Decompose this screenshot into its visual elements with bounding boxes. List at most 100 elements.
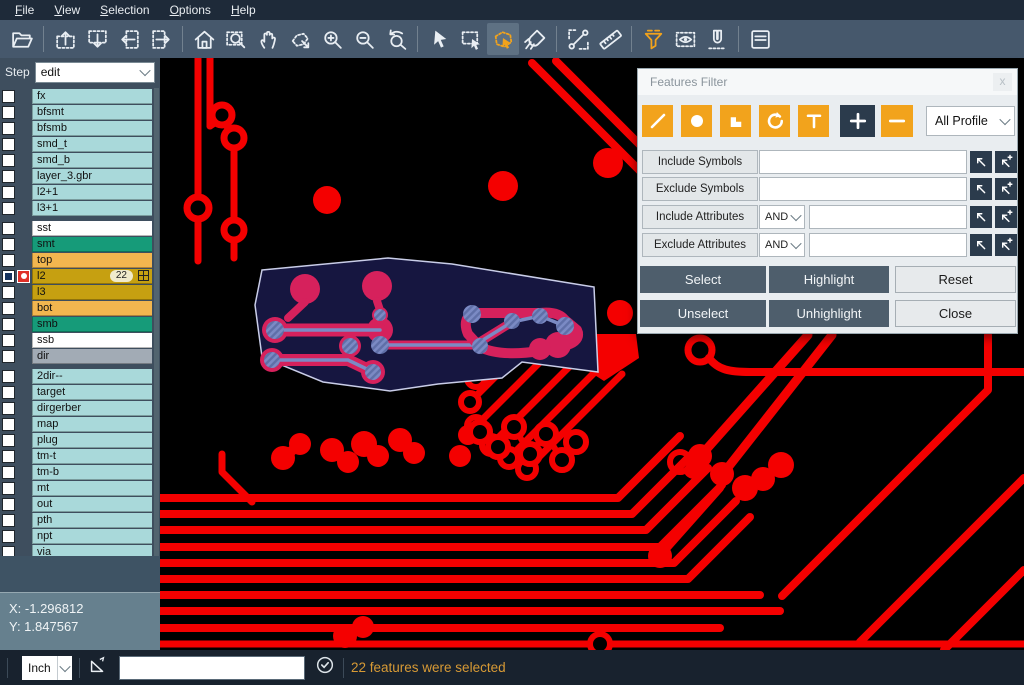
- layer-visibility-checkbox[interactable]: [2, 122, 15, 135]
- toolbar-home-view-button[interactable]: [188, 23, 220, 55]
- layer-name-cell[interactable]: l3: [32, 285, 152, 300]
- layer-visibility-checkbox[interactable]: [2, 238, 15, 251]
- pick-add-attribute-button[interactable]: [995, 234, 1017, 256]
- toolbar-pan-hand-button[interactable]: [252, 23, 284, 55]
- layer-list-scrollbar[interactable]: [154, 88, 159, 564]
- layer-visibility-checkbox[interactable]: [2, 466, 15, 479]
- exclude-attributes-input[interactable]: [809, 233, 967, 257]
- layer-visibility-checkbox[interactable]: [2, 530, 15, 543]
- unhighlight-button[interactable]: Unhighlight: [769, 300, 889, 327]
- layer-name-cell[interactable]: l2+1: [32, 185, 152, 200]
- dialog-title-bar[interactable]: Features Filter x: [638, 69, 1017, 95]
- toolbar-pan-up-button[interactable]: [49, 23, 81, 55]
- toolbar-open-file-button[interactable]: [6, 23, 38, 55]
- toolbar-zoom-window-button[interactable]: [220, 23, 252, 55]
- layer-visibility-checkbox[interactable]: [2, 270, 15, 283]
- layer-visibility-checkbox[interactable]: [2, 170, 15, 183]
- layer-name-cell[interactable]: plug: [32, 433, 152, 448]
- layer-visibility-checkbox[interactable]: [2, 334, 15, 347]
- filter-line-button[interactable]: [642, 105, 673, 137]
- layer-name-cell[interactable]: layer_3.gbr: [32, 169, 152, 184]
- layer-name-cell[interactable]: smd_b: [32, 153, 152, 168]
- layer-name-cell[interactable]: l222: [32, 269, 152, 284]
- pick-symbol-button[interactable]: [970, 178, 992, 200]
- layer-visibility-checkbox[interactable]: [2, 138, 15, 151]
- exclude-symbols-button[interactable]: Exclude Symbols: [642, 177, 758, 201]
- layer-name-cell[interactable]: target: [32, 385, 152, 400]
- layer-name-cell[interactable]: smb: [32, 317, 152, 332]
- layer-visibility-checkbox[interactable]: [2, 202, 15, 215]
- layer-visibility-checkbox[interactable]: [2, 302, 15, 315]
- layer-name-cell[interactable]: bfsmb: [32, 121, 152, 136]
- pick-add-attribute-button[interactable]: [995, 206, 1017, 228]
- layer-visibility-checkbox[interactable]: [2, 386, 15, 399]
- layer-name-cell[interactable]: bot: [32, 301, 152, 316]
- layer-visibility-checkbox[interactable]: [2, 154, 15, 167]
- layer-name-cell[interactable]: sst: [32, 221, 152, 236]
- layer-name-cell[interactable]: 2dir--: [32, 369, 152, 384]
- layer-visibility-checkbox[interactable]: [2, 370, 15, 383]
- selected-features[interactable]: [255, 258, 598, 391]
- toolbar-select-polygon-button[interactable]: [487, 23, 519, 55]
- toolbar-measure-button[interactable]: [562, 23, 594, 55]
- pick-symbol-button[interactable]: [970, 151, 992, 173]
- toolbar-zoom-previous-button[interactable]: [380, 23, 412, 55]
- layer-visibility-checkbox[interactable]: [2, 482, 15, 495]
- layer-name-cell[interactable]: smt: [32, 237, 152, 252]
- toolbar-view-options-button[interactable]: [669, 23, 701, 55]
- filter-surface-button[interactable]: [720, 105, 751, 137]
- unselect-button[interactable]: Unselect: [640, 300, 766, 327]
- layer-name-cell[interactable]: pth: [32, 513, 152, 528]
- filter-mode-add-button[interactable]: [840, 105, 875, 137]
- layer-visibility-checkbox[interactable]: [2, 402, 15, 415]
- filter-pad-round-button[interactable]: [681, 105, 712, 137]
- toolbar-select-rectangle-button[interactable]: [455, 23, 487, 55]
- highlight-button[interactable]: Highlight: [769, 266, 889, 293]
- exclude-attributes-logic-select[interactable]: AND: [759, 233, 805, 257]
- layer-visibility-checkbox[interactable]: [2, 318, 15, 331]
- filter-mode-remove-button[interactable]: [881, 105, 913, 137]
- include-attributes-button[interactable]: Include Attributes: [642, 205, 758, 229]
- include-symbols-input[interactable]: [759, 150, 967, 174]
- layer-name-cell[interactable]: tm-t: [32, 449, 152, 464]
- sync-icon[interactable]: [314, 654, 336, 681]
- pick-attribute-button[interactable]: [970, 206, 992, 228]
- pick-add-symbol-button[interactable]: [995, 151, 1017, 173]
- grid-icon[interactable]: [138, 270, 149, 281]
- layer-name-cell[interactable]: bfsmt: [32, 105, 152, 120]
- layer-name-cell[interactable]: map: [32, 417, 152, 432]
- layer-name-cell[interactable]: smd_t: [32, 137, 152, 152]
- include-symbols-button[interactable]: Include Symbols: [642, 150, 758, 174]
- close-button[interactable]: Close: [895, 300, 1016, 327]
- include-attributes-logic-select[interactable]: AND: [759, 205, 805, 229]
- toolbar-features-filter-button[interactable]: [637, 23, 669, 55]
- toolbar-report-panel-button[interactable]: [744, 23, 776, 55]
- toolbar-pan-left-button[interactable]: [113, 23, 145, 55]
- layer-name-cell[interactable]: npt: [32, 529, 152, 544]
- layer-visibility-checkbox[interactable]: [2, 90, 15, 103]
- exclude-attributes-button[interactable]: Exclude Attributes: [642, 233, 758, 257]
- layer-name-cell[interactable]: dir: [32, 349, 152, 364]
- close-icon[interactable]: x: [993, 73, 1012, 91]
- layer-name-cell[interactable]: top: [32, 253, 152, 268]
- exclude-symbols-input[interactable]: [759, 177, 967, 201]
- pick-add-symbol-button[interactable]: [995, 178, 1017, 200]
- toolbar-ruler-button[interactable]: [594, 23, 626, 55]
- toolbar-clean-brush-button[interactable]: [519, 23, 551, 55]
- snap-angle-icon[interactable]: [87, 654, 109, 681]
- toolbar-pan-right-button[interactable]: [145, 23, 177, 55]
- select-button[interactable]: Select: [640, 266, 766, 293]
- layer-name-cell[interactable]: ssb: [32, 333, 152, 348]
- layer-visibility-checkbox[interactable]: [2, 418, 15, 431]
- layer-visibility-checkbox[interactable]: [2, 514, 15, 527]
- layer-visibility-checkbox[interactable]: [2, 434, 15, 447]
- menu-view[interactable]: View: [45, 1, 89, 19]
- pick-attribute-button[interactable]: [970, 234, 992, 256]
- layer-name-cell[interactable]: tm-b: [32, 465, 152, 480]
- layer-name-cell[interactable]: dirgerber: [32, 401, 152, 416]
- layer-name-cell[interactable]: out: [32, 497, 152, 512]
- toolbar-pan-down-button[interactable]: [81, 23, 113, 55]
- profile-select[interactable]: All Profile: [926, 106, 1015, 136]
- layer-visibility-checkbox[interactable]: [2, 106, 15, 119]
- menu-options[interactable]: Options: [161, 1, 220, 19]
